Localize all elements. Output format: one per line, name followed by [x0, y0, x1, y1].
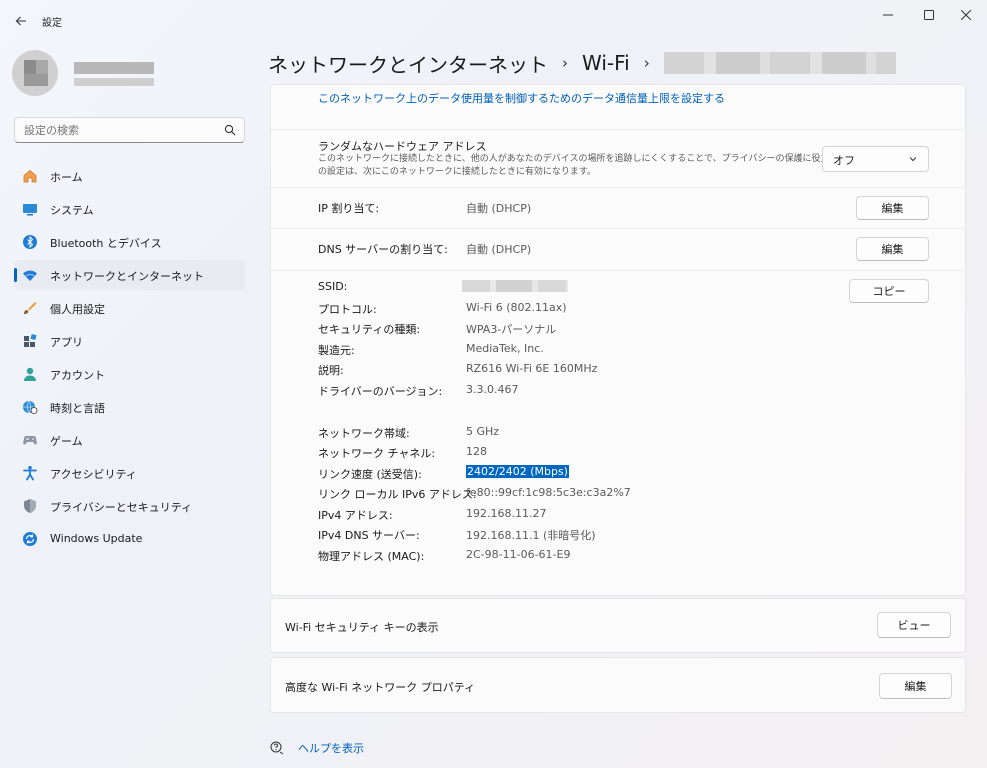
globe-clock-icon: [22, 399, 38, 415]
prop-dns-server-label: IPv4 DNS サーバー:: [318, 529, 420, 542]
sidebar-item-home[interactable]: ホーム: [14, 161, 245, 191]
sidebar-nav: ホーム システム Bluetooth とデバイス ネットワークとインターネット …: [14, 161, 245, 557]
minimize-button[interactable]: [870, 4, 906, 26]
accessibility-icon: [22, 465, 38, 481]
sidebar-item-personalization[interactable]: 個人用設定: [14, 293, 245, 323]
random-hw-address-title: ランダムなハードウェア アドレス: [318, 140, 487, 153]
close-button[interactable]: [948, 4, 984, 26]
apps-icon: [22, 333, 38, 349]
divider: [271, 228, 965, 229]
prop-ipv6-value: fe80::99cf:1c98:5c3e:c3a2%7: [466, 486, 631, 499]
help-icon: [270, 741, 284, 755]
close-icon: [961, 10, 971, 20]
sidebar-item-system[interactable]: システム: [14, 194, 245, 224]
view-security-key-button[interactable]: ビュー: [877, 612, 951, 638]
edit-advanced-button[interactable]: 編集: [879, 673, 952, 699]
maximize-button[interactable]: [911, 4, 947, 26]
user-profile[interactable]: [12, 50, 242, 96]
search-input[interactable]: [24, 122, 214, 138]
sidebar-item-bluetooth[interactable]: Bluetooth とデバイス: [14, 227, 245, 257]
gamepad-icon: [22, 432, 38, 448]
data-limit-link[interactable]: このネットワーク上のデータ使用量を制御するためのデータ通信量上限を設定する: [318, 90, 725, 106]
edit-ip-button[interactable]: 編集: [856, 196, 929, 220]
brush-icon: [22, 300, 38, 316]
breadcrumb-ssid-redacted: [663, 52, 896, 74]
profile-name-redacted: [74, 62, 154, 74]
prop-security-label: セキュリティの種類:: [318, 323, 421, 336]
home-icon: [22, 168, 38, 184]
back-button[interactable]: [10, 10, 32, 32]
breadcrumb-separator-icon: ›: [562, 54, 568, 72]
prop-description-value: RZ616 Wi-Fi 6E 160MHz: [466, 362, 598, 375]
sidebar-item-gaming[interactable]: ゲーム: [14, 425, 245, 455]
prop-ipv4-label: IPv4 アドレス:: [318, 509, 393, 522]
prop-band-label: ネットワーク帯域:: [318, 427, 410, 440]
sidebar-item-windows-update[interactable]: Windows Update: [14, 524, 245, 554]
prop-protocol-value: Wi-Fi 6 (802.11ax): [466, 301, 567, 314]
prop-security-value: WPA3-パーソナル: [466, 323, 557, 336]
divider: [271, 270, 965, 271]
ssid-value-redacted: [462, 280, 568, 292]
dns-assignment-label: DNS サーバーの割り当て:: [318, 243, 448, 256]
prop-ipv4-value: 192.168.11.27: [466, 507, 547, 520]
prop-channel-label: ネットワーク チャネル:: [318, 447, 436, 460]
prop-ssid-label: SSID:: [318, 280, 348, 293]
prop-link-speed-label: リンク速度 (送受信):: [318, 468, 422, 481]
chevron-down-icon: [909, 157, 917, 162]
sidebar-item-accounts[interactable]: アカウント: [14, 359, 245, 389]
maximize-icon: [924, 10, 934, 20]
breadcrumb: ネットワークとインターネット › Wi-Fi ›: [268, 48, 896, 78]
help-link-label: ヘルプを表示: [298, 742, 364, 755]
sidebar-item-network[interactable]: ネットワークとインターネット: [14, 260, 245, 290]
windows-update-icon: [22, 531, 38, 547]
help-link[interactable]: ヘルプを表示: [270, 740, 364, 756]
system-icon: [22, 201, 38, 217]
prop-band-value: 5 GHz: [466, 425, 500, 438]
account-icon: [22, 366, 38, 382]
ip-assignment-value: 自動 (DHCP): [466, 202, 532, 215]
settings-search[interactable]: [14, 117, 245, 143]
prop-channel-value: 128: [466, 445, 487, 458]
random-hw-address-desc-1: このネットワークに接続したときに、他の人があなたのデバイスの場所を追跡しにくくす…: [318, 154, 874, 164]
prop-mac-value: 2C-98-11-06-61-E9: [466, 548, 571, 561]
ip-assignment-label: IP 割り当て:: [318, 202, 380, 215]
breadcrumb-network[interactable]: ネットワークとインターネット: [268, 49, 548, 78]
shield-icon: [22, 498, 38, 514]
prop-driver-version-value: 3.3.0.467: [466, 383, 519, 396]
wifi-icon: [22, 267, 38, 283]
divider: [271, 129, 965, 130]
back-arrow-icon: [15, 16, 26, 26]
breadcrumb-wifi[interactable]: Wi-Fi: [582, 51, 630, 75]
prop-link-speed-value[interactable]: 2402/2402 (Mbps): [466, 465, 569, 478]
search-icon: [224, 124, 236, 136]
random-hw-address-desc-2: の設定は、次にこのネットワークに接続したときに有効になります。: [318, 167, 596, 177]
copy-button[interactable]: コピー: [849, 279, 929, 303]
dns-assignment-value: 自動 (DHCP): [466, 243, 532, 256]
prop-description-label: 説明:: [318, 364, 344, 377]
prop-dns-server-value: 192.168.11.1 (非暗号化): [466, 529, 596, 542]
avatar: [12, 50, 58, 96]
dropdown-value: オフ: [833, 154, 855, 167]
sidebar-item-apps[interactable]: アプリ: [14, 326, 245, 356]
profile-email-redacted: [74, 78, 154, 86]
prop-mac-label: 物理アドレス (MAC):: [318, 550, 425, 563]
edit-dns-button[interactable]: 編集: [856, 237, 929, 261]
app-title: 設定: [42, 18, 62, 29]
prop-driver-version-label: ドライバーのバージョン:: [318, 385, 443, 398]
sidebar-item-time-language[interactable]: 時刻と言語: [14, 392, 245, 422]
sidebar-item-privacy[interactable]: プライバシーとセキュリティ: [14, 491, 245, 521]
minimize-icon: [883, 14, 893, 16]
divider: [271, 187, 965, 188]
advanced-properties-label: 高度な Wi-Fi ネットワーク プロパティ: [285, 681, 476, 694]
bluetooth-icon: [22, 234, 38, 250]
prop-ipv6-label: リンク ローカル IPv6 アドレス:: [318, 488, 477, 501]
prop-manufacturer-label: 製造元:: [318, 344, 355, 357]
prop-manufacturer-value: MediaTek, Inc.: [466, 342, 544, 355]
breadcrumb-separator-icon: ›: [643, 54, 650, 72]
sidebar-item-accessibility[interactable]: アクセシビリティ: [14, 458, 245, 488]
security-key-label: Wi-Fi セキュリティ キーの表示: [285, 621, 439, 634]
random-hw-address-dropdown[interactable]: オフ: [822, 146, 929, 172]
title-bar: 設定: [0, 0, 987, 40]
prop-protocol-label: プロトコル:: [318, 303, 377, 316]
